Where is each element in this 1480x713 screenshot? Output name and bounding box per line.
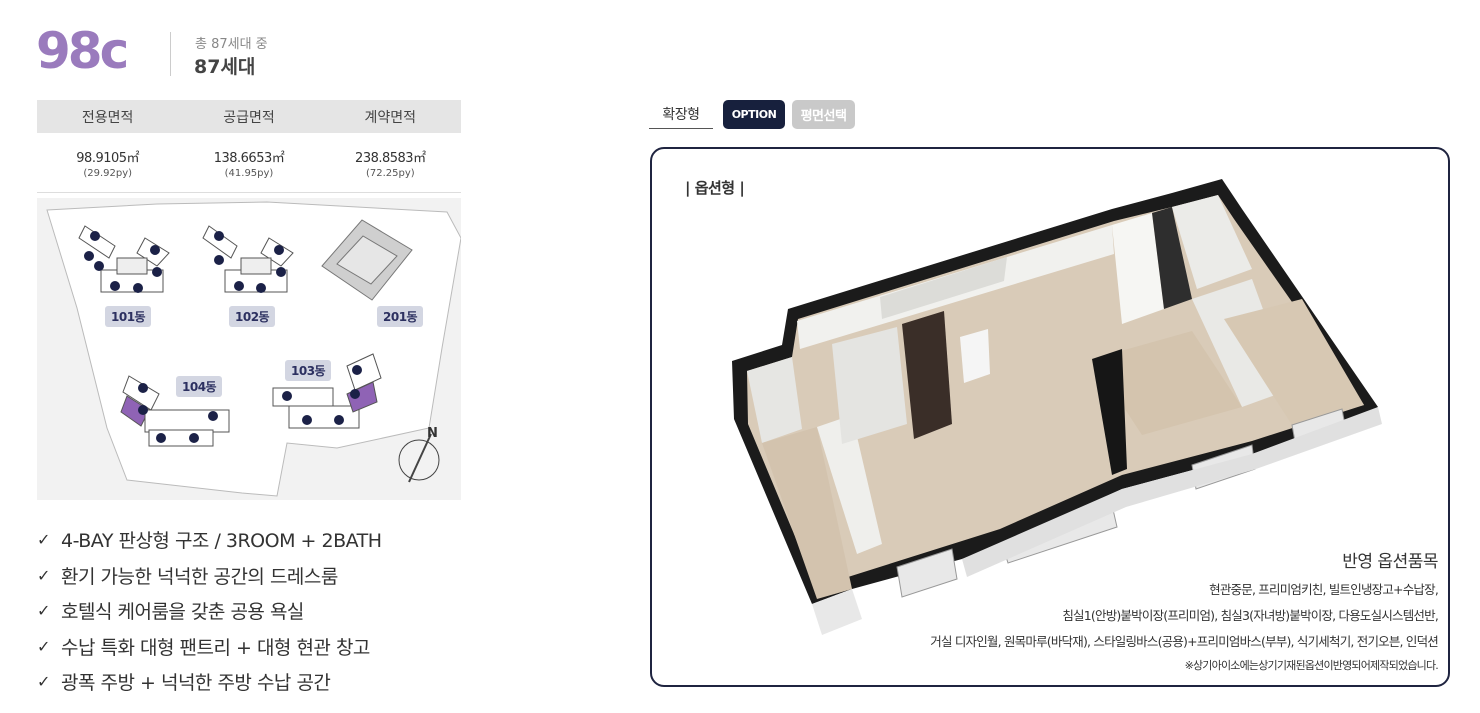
feature-text: 광폭 주방 + 넉넉한 주방 수납 공간 <box>61 672 331 695</box>
check-icon: ✓ <box>37 530 50 550</box>
check-icon: ✓ <box>37 672 50 692</box>
supply-area-py: (41.95py) <box>224 168 274 179</box>
options-line-1: 현관중문, 프리미엄키친, 빌트인냉장고+수납장, <box>1209 582 1439 597</box>
feature-item: ✓ 4-BAY 판상형 구조 / 3ROOM + 2BATH <box>37 522 382 558</box>
check-icon: ✓ <box>37 565 50 585</box>
feature-text: 수납 특화 대형 팬트리 + 대형 현관 창고 <box>61 636 370 659</box>
site-plan-drawing <box>46 201 461 497</box>
options-line-3: 거실 디자인월, 원목마루(바닥재), 스타일링바스(공용)+프리미엄바스(부부… <box>930 634 1439 649</box>
exclusive-area-value: 98.9105㎡ <box>76 151 140 166</box>
tab-option[interactable]: OPTION <box>723 100 785 129</box>
area-table-header: 전용면적 공급면적 계약면적 <box>37 100 461 133</box>
feature-item: ✓ 광폭 주방 + 넉넉한 주방 수납 공간 <box>37 664 382 700</box>
check-icon: ✓ <box>37 636 50 656</box>
dong-label-103[interactable]: 103동 <box>285 360 332 381</box>
units-total-text: 총 87세대 중 <box>195 37 268 52</box>
floorplan-panel: | 옵션형 | 반영 옵션품목 현관중문, 프리미엄키친, 빌트인냉장고+수납장… <box>650 147 1450 687</box>
feature-item: ✓ 환기 가능한 넉넉한 공간의 드레스룸 <box>37 558 382 594</box>
units-count-text: 87세대 <box>194 56 256 78</box>
tab-expand-type[interactable]: 확장형 <box>649 100 713 129</box>
contract-area-cell: 238.8583㎡ (72.25py) <box>320 133 461 192</box>
exclusive-area-py: (29.92py) <box>83 168 133 179</box>
options-note: ※상기아이소에는상기기재된옵션이반영되어제작되었습니다. <box>1184 659 1439 672</box>
compass-icon <box>398 433 440 483</box>
dong-label-201[interactable]: 201동 <box>377 306 424 327</box>
dong-label-101[interactable]: 101동 <box>105 306 152 327</box>
dong-label-104[interactable]: 104동 <box>176 376 223 397</box>
header-divider <box>170 32 171 76</box>
header-exclusive-area: 전용면적 <box>81 109 134 126</box>
contract-area-value: 238.8583㎡ <box>355 151 426 166</box>
north-label: N <box>427 426 438 441</box>
site-plan-map: 101동 102동 201동 104동 103동 N <box>37 198 461 500</box>
options-line-2: 침실1(안방)붙박이장(프리미엄), 침실3(자녀방)붙박이장, 다용도실시스템… <box>1062 608 1438 623</box>
area-table-row: 98.9105㎡ (29.92py) 138.6653㎡ (41.95py) 2… <box>37 133 461 193</box>
exclusive-area-cell: 98.9105㎡ (29.92py) <box>37 133 178 192</box>
supply-area-cell: 138.6653㎡ (41.95py) <box>178 133 319 192</box>
feature-text: 호텔식 케어룸을 갖춘 공용 욕실 <box>61 601 304 624</box>
supply-area-value: 138.6653㎡ <box>213 151 285 166</box>
unit-type-label: 98c <box>36 22 129 80</box>
feature-text: 4-BAY 판상형 구조 / 3ROOM + 2BATH <box>61 530 382 553</box>
header-supply-area: 공급면적 <box>223 109 275 126</box>
check-icon: ✓ <box>37 601 50 621</box>
header-contract-area: 계약면적 <box>364 109 417 126</box>
options-title: 반영 옵션품목 <box>1342 552 1438 572</box>
area-table: 전용면적 공급면적 계약면적 98.9105㎡ (29.92py) 138.66… <box>37 100 461 193</box>
feature-text: 환기 가능한 넉넉한 공간의 드레스룸 <box>61 565 338 588</box>
contract-area-py: (72.25py) <box>365 168 415 179</box>
dong-label-102[interactable]: 102동 <box>229 306 276 327</box>
feature-list: ✓ 4-BAY 판상형 구조 / 3ROOM + 2BATH ✓ 환기 가능한 넉넉… <box>37 522 382 700</box>
feature-item: ✓ 호텔식 케어룸을 갖춘 공용 욕실 <box>37 593 382 629</box>
feature-item: ✓ 수납 특화 대형 팬트리 + 대형 현관 창고 <box>37 629 382 665</box>
tab-floorplan-select[interactable]: 평면선택 <box>792 100 855 129</box>
